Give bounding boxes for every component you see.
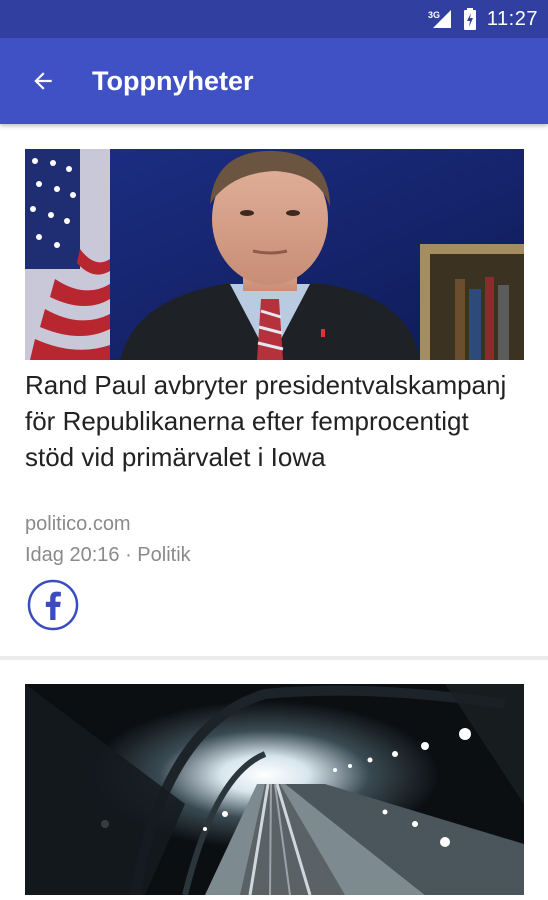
svg-text:3G: 3G [428, 10, 440, 20]
news-feed[interactable]: Rand Paul avbryter presidentvalskampanj … [0, 124, 548, 900]
status-time: 11:27 [486, 7, 538, 30]
article-card[interactable]: Rand Paul avbryter presidentvalskampanj … [0, 149, 548, 659]
article-meta: Idag 20:16 · Politik [25, 544, 191, 566]
facebook-icon [27, 579, 79, 631]
arrow-back-icon [30, 68, 56, 94]
back-button[interactable] [18, 56, 68, 106]
article-image[interactable] [25, 684, 524, 895]
app-toolbar: Toppnyheter [0, 38, 548, 124]
signal-icon: 3G [427, 8, 453, 30]
card-divider [0, 656, 548, 660]
facebook-share-button[interactable] [27, 579, 79, 631]
status-icons: 3G 11:27 [427, 0, 538, 38]
article-card[interactable] [0, 684, 548, 900]
status-bar: 3G 11:27 [0, 0, 548, 38]
page-title: Toppnyheter [92, 66, 254, 96]
battery-icon [463, 8, 477, 30]
article-image[interactable] [25, 149, 524, 360]
article-source: politico.com [25, 513, 131, 535]
article-headline[interactable]: Rand Paul avbryter presidentvalskampanj … [25, 367, 525, 475]
